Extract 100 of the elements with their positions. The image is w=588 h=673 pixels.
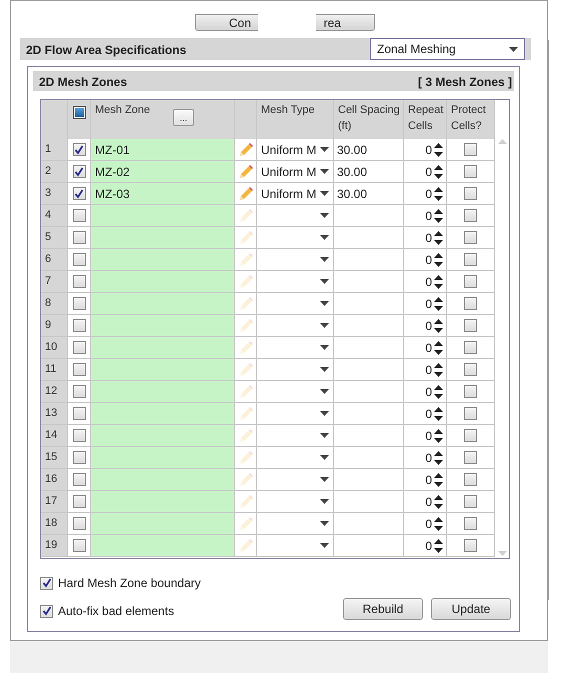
spinner-arrows-icon[interactable] — [434, 164, 443, 178]
cell-spacing-field[interactable]: 30.00 — [334, 183, 404, 205]
protect-checkbox[interactable] — [464, 341, 477, 354]
spinner-arrows-icon[interactable] — [434, 208, 443, 222]
zone-name-cell[interactable]: MZ-03 — [91, 183, 235, 205]
cell-spacing-field[interactable] — [334, 359, 404, 381]
cell-spacing-field[interactable] — [334, 447, 404, 469]
pencil-icon[interactable] — [238, 142, 254, 158]
row-checkbox[interactable] — [72, 517, 86, 530]
option-checkbox[interactable] — [40, 604, 53, 618]
cell-spacing-field[interactable] — [334, 491, 404, 513]
cell-spacing-field[interactable] — [334, 249, 404, 271]
repeat-cells-value[interactable]: 0 — [425, 162, 432, 180]
zone-name-cell[interactable] — [91, 447, 235, 469]
protect-checkbox[interactable] — [464, 473, 477, 486]
repeat-cells-value[interactable]: 0 — [425, 206, 432, 224]
dropdown-arrow-icon[interactable] — [320, 367, 329, 372]
spinner-arrows-icon[interactable] — [434, 450, 443, 464]
repeat-cells-value[interactable]: 0 — [425, 360, 432, 378]
cell-spacing-field[interactable] — [334, 513, 404, 535]
row-checkbox[interactable] — [72, 341, 86, 354]
dropdown-arrow-icon[interactable] — [320, 147, 329, 152]
dropdown-arrow-icon[interactable] — [320, 191, 329, 196]
repeat-cells-value[interactable]: 0 — [425, 426, 432, 444]
repeat-cells-value[interactable]: 0 — [425, 492, 432, 510]
repeat-cells-value[interactable]: 0 — [425, 470, 432, 488]
spinner-arrows-icon[interactable] — [434, 296, 443, 310]
row-checkbox[interactable] — [72, 539, 86, 552]
protect-checkbox[interactable] — [464, 429, 477, 442]
zone-name-cell[interactable] — [91, 337, 235, 359]
spinner-arrows-icon[interactable] — [434, 318, 443, 332]
row-checkbox[interactable] — [72, 319, 86, 332]
zone-name-cell[interactable] — [91, 271, 235, 293]
dropdown-arrow-icon[interactable] — [320, 521, 329, 526]
protect-checkbox[interactable] — [464, 363, 477, 376]
browse-button[interactable]: ... — [173, 109, 194, 126]
zone-name-cell[interactable] — [91, 315, 235, 337]
pencil-icon[interactable] — [238, 164, 254, 180]
repeat-cells-value[interactable]: 0 — [425, 316, 432, 334]
row-checkbox[interactable] — [72, 429, 86, 442]
zone-name-cell[interactable] — [91, 205, 235, 227]
zone-name-cell[interactable] — [91, 293, 235, 315]
convert-button[interactable]: Con rea — [195, 14, 375, 31]
action-button[interactable]: Update — [431, 598, 511, 620]
dropdown-arrow-icon[interactable] — [320, 169, 329, 174]
cell-spacing-field[interactable] — [334, 205, 404, 227]
cell-spacing-field[interactable]: 30.00 — [334, 139, 404, 161]
spinner-arrows-icon[interactable] — [434, 340, 443, 354]
row-checkbox[interactable] — [72, 407, 86, 420]
zone-name-cell[interactable] — [91, 403, 235, 425]
dropdown-arrow-icon[interactable] — [320, 257, 329, 262]
mode-dropdown[interactable]: Zonal Meshing — [370, 38, 525, 60]
dropdown-arrow-icon[interactable] — [320, 279, 329, 284]
repeat-cells-value[interactable]: 0 — [425, 228, 432, 246]
spinner-arrows-icon[interactable] — [434, 362, 443, 376]
dropdown-arrow-icon[interactable] — [320, 499, 329, 504]
row-checkbox[interactable] — [72, 165, 86, 178]
protect-checkbox[interactable] — [464, 143, 477, 156]
zone-name-cell[interactable] — [91, 227, 235, 249]
dropdown-arrow-icon[interactable] — [320, 543, 329, 548]
row-checkbox[interactable] — [72, 297, 86, 310]
repeat-cells-value[interactable]: 0 — [425, 404, 432, 422]
repeat-cells-value[interactable]: 0 — [425, 140, 432, 158]
spinner-arrows-icon[interactable] — [434, 186, 443, 200]
spinner-arrows-icon[interactable] — [434, 494, 443, 508]
protect-checkbox[interactable] — [464, 231, 477, 244]
zone-name-cell[interactable] — [91, 249, 235, 271]
protect-checkbox[interactable] — [464, 451, 477, 464]
repeat-cells-value[interactable]: 0 — [425, 536, 432, 554]
zone-name-cell[interactable] — [91, 513, 235, 535]
spinner-arrows-icon[interactable] — [434, 230, 443, 244]
cell-spacing-field[interactable] — [334, 271, 404, 293]
repeat-cells-value[interactable]: 0 — [425, 294, 432, 312]
dropdown-arrow-icon[interactable] — [320, 389, 329, 394]
repeat-cells-value[interactable]: 0 — [425, 272, 432, 290]
repeat-cells-value[interactable]: 0 — [425, 338, 432, 356]
zone-name-cell[interactable] — [91, 469, 235, 491]
dropdown-arrow-icon[interactable] — [320, 455, 329, 460]
cell-spacing-field[interactable]: 30.00 — [334, 161, 404, 183]
row-checkbox[interactable] — [72, 451, 86, 464]
repeat-cells-value[interactable]: 0 — [425, 514, 432, 532]
dropdown-arrow-icon[interactable] — [320, 301, 329, 306]
spinner-arrows-icon[interactable] — [434, 472, 443, 486]
scroll-down-icon[interactable] — [498, 551, 506, 556]
row-checkbox[interactable] — [72, 143, 86, 156]
spinner-arrows-icon[interactable] — [434, 142, 443, 156]
protect-checkbox[interactable] — [464, 407, 477, 420]
select-all-checkbox[interactable] — [73, 106, 86, 119]
cell-spacing-field[interactable] — [334, 227, 404, 249]
repeat-cells-value[interactable]: 0 — [425, 250, 432, 268]
protect-checkbox[interactable] — [464, 517, 477, 530]
spinner-arrows-icon[interactable] — [434, 428, 443, 442]
cell-spacing-field[interactable] — [334, 469, 404, 491]
protect-checkbox[interactable] — [464, 187, 477, 200]
cell-spacing-field[interactable] — [334, 425, 404, 447]
scrollbar[interactable] — [495, 139, 509, 558]
zone-name-cell[interactable]: MZ-02 — [91, 161, 235, 183]
zone-name-cell[interactable] — [91, 535, 235, 557]
cell-spacing-field[interactable] — [334, 293, 404, 315]
spinner-arrows-icon[interactable] — [434, 252, 443, 266]
